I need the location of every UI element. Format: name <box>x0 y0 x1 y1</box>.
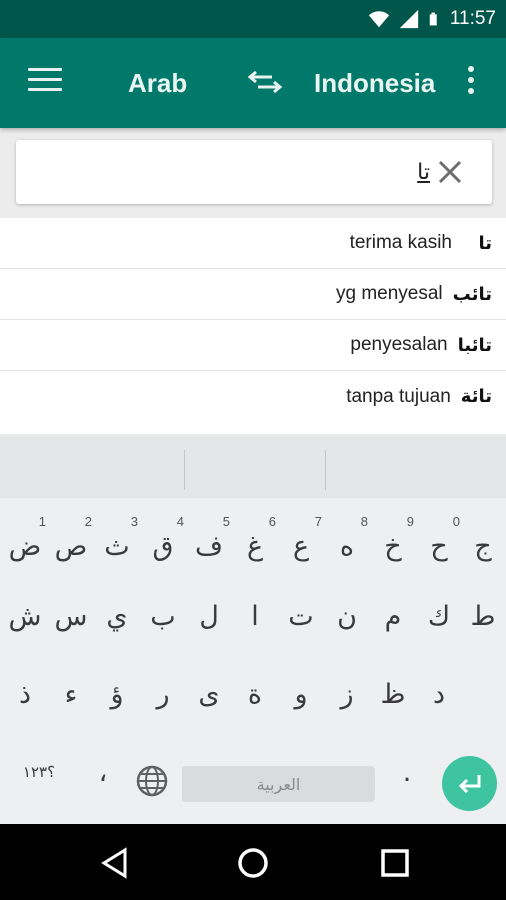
swap-languages-icon[interactable] <box>248 68 282 96</box>
key[interactable]: ب <box>140 586 186 646</box>
key[interactable]: ؤ <box>94 664 140 724</box>
key[interactable]: س <box>48 586 94 646</box>
key[interactable]: ى <box>186 664 232 724</box>
key[interactable]: ن <box>324 586 370 646</box>
suggestion-meaning: penyesalan <box>350 334 448 355</box>
suggestion-item[interactable]: penyesalan تائبا <box>0 320 506 371</box>
search-input[interactable] <box>30 150 430 194</box>
navigation-bar <box>0 824 506 900</box>
search-box <box>16 140 492 204</box>
keyboard-row-1: 1ض 2ص 3ث 4ق 5ف 6غ 7ع 8ه 9خ 0ح ج <box>0 514 506 586</box>
suggestion-meaning: terima kasih <box>349 232 452 253</box>
suggestion-item[interactable]: yg menyesal تائب <box>0 269 506 320</box>
key[interactable]: 4ق <box>140 514 186 576</box>
suggestion-meaning: tanpa tujuan <box>346 385 451 407</box>
key[interactable]: ي <box>94 586 140 646</box>
key[interactable]: 5ف <box>186 514 232 576</box>
key[interactable]: ظ <box>370 664 416 724</box>
globe-icon[interactable] <box>135 764 169 798</box>
battery-icon <box>429 12 437 26</box>
keyboard: 1ض 2ص 3ث 4ق 5ف 6غ 7ع 8ه 9خ 0ح ج ش س ي ب … <box>0 436 506 824</box>
key[interactable]: ك <box>416 586 462 646</box>
strip-divider <box>184 450 185 490</box>
back-icon[interactable] <box>98 846 132 880</box>
key[interactable]: ج <box>460 516 506 576</box>
period-key[interactable]: . <box>384 742 430 802</box>
key[interactable]: ذ <box>2 664 48 724</box>
suggestion-item[interactable]: tanpa tujuan تائة <box>0 371 506 422</box>
suggestion-meaning: yg menyesal <box>335 283 443 304</box>
suggestion-word: تائبا <box>457 334 492 356</box>
suggestion-item[interactable]: terima kasih تا <box>0 218 506 269</box>
key[interactable]: ء <box>48 664 94 724</box>
key[interactable]: ة <box>232 664 278 724</box>
suggestion-word: تائة <box>460 386 492 407</box>
key[interactable]: د <box>416 664 462 724</box>
key[interactable]: 3ث <box>94 514 140 576</box>
space-key[interactable]: العربية <box>182 766 375 802</box>
key[interactable]: 9خ <box>370 514 416 576</box>
close-icon[interactable] <box>436 158 464 186</box>
enter-key[interactable] <box>442 756 497 811</box>
status-bar: 11:57 <box>0 0 506 38</box>
app-bar: Arab Indonesia <box>0 38 506 128</box>
recents-icon[interactable] <box>378 846 412 880</box>
key[interactable]: 6غ <box>232 514 278 576</box>
home-icon[interactable] <box>236 846 270 880</box>
wifi-icon <box>368 11 389 28</box>
key[interactable]: ر <box>140 664 186 724</box>
target-language-button[interactable]: Indonesia <box>314 68 435 99</box>
key[interactable]: 2ص <box>48 514 94 576</box>
status-time: 11:57 <box>449 8 496 29</box>
key[interactable]: 1ض <box>2 514 48 576</box>
key[interactable]: ز <box>324 664 370 724</box>
key[interactable]: ل <box>186 586 232 646</box>
key[interactable]: ط <box>460 586 506 646</box>
key[interactable]: 7ع <box>278 514 324 576</box>
key[interactable]: ا <box>232 586 278 646</box>
numbers-key[interactable]: ؟١٢٣ <box>14 742 64 802</box>
keyboard-row-3: ذ ء ؤ ر ى ة و ز ظ د <box>0 664 506 734</box>
strip-divider <box>325 450 326 490</box>
key[interactable]: م <box>370 586 416 646</box>
suggestion-list: terima kasih تا yg menyesal تائب penyesa… <box>0 218 506 434</box>
key[interactable]: ت <box>278 586 324 646</box>
keyboard-suggestion-strip <box>0 436 506 498</box>
key[interactable]: ش <box>2 586 48 646</box>
source-language-button[interactable]: Arab <box>128 68 187 99</box>
menu-icon[interactable] <box>28 68 62 96</box>
enter-icon <box>458 774 480 793</box>
key[interactable]: 0ح <box>416 514 462 576</box>
comma-key[interactable]: ، <box>80 742 126 802</box>
keyboard-row-2: ش س ي ب ل ا ت ن م ك ط <box>0 586 506 656</box>
key[interactable]: 8ه <box>324 514 370 576</box>
suggestion-word: تائب <box>452 283 492 305</box>
keyboard-row-4: ؟١٢٣ ، العربية . <box>0 742 506 812</box>
more-vert-icon[interactable] <box>464 66 478 98</box>
suggestion-word: تا <box>478 232 492 254</box>
key[interactable]: و <box>278 664 324 724</box>
signal-icon <box>399 9 419 29</box>
